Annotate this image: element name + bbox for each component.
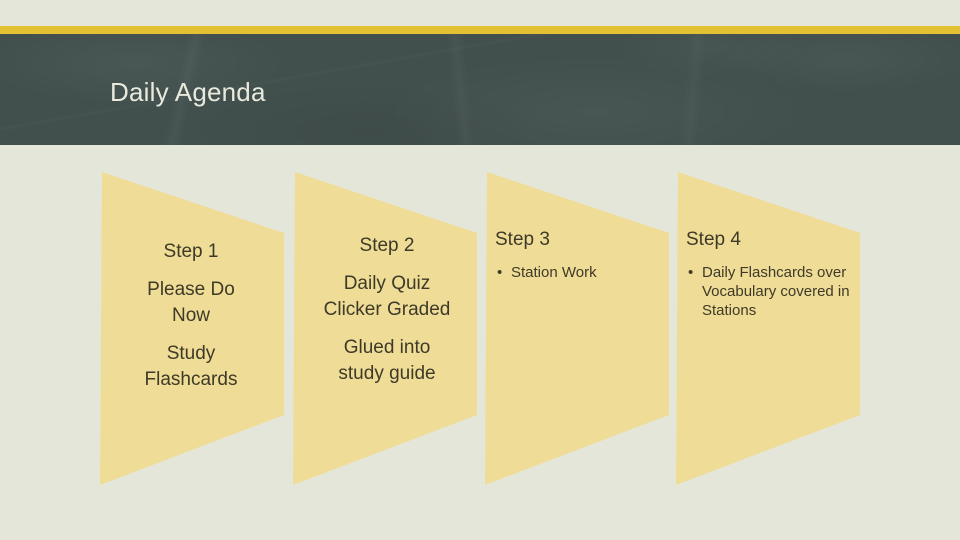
agenda-step-2-line-3: Glued into: [343, 337, 431, 358]
agenda-step-1-line-3: Study: [166, 343, 216, 364]
agenda-step-4[interactable]: Step 4 • Daily Flashcards over Vocabular…: [672, 145, 868, 540]
chevron-shape-icon: [672, 145, 868, 540]
agenda-step-1-text: Step 1 Please Do Now Study Flashcards: [104, 239, 278, 393]
chevron-shape-icon: [481, 145, 677, 540]
bullet-icon: •: [688, 264, 694, 281]
top-margin-strip: [0, 0, 960, 26]
agenda-step-3-text: Step 3 • Station Work: [495, 227, 665, 282]
page-title: Daily Agenda: [110, 77, 266, 107]
agenda-chevron-row: Step 1 Please Do Now Study Flashcards St…: [0, 145, 960, 540]
agenda-step-2-text: Step 2 Daily Quiz Clicker Graded Glued i…: [297, 233, 477, 387]
bullet-icon: •: [497, 264, 503, 281]
agenda-step-3[interactable]: Step 3 • Station Work: [481, 145, 677, 540]
yellow-accent-bar: [0, 26, 960, 34]
agenda-step-1[interactable]: Step 1 Please Do Now Study Flashcards: [96, 145, 292, 540]
agenda-step-2-line-1: Daily Quiz: [343, 273, 431, 294]
agenda-step-1-line-2: Now: [171, 305, 210, 326]
slide-canvas: Daily Agenda Step 1 Please Do Now Study …: [0, 0, 960, 540]
agenda-step-1-line-4: Flashcards: [144, 369, 238, 390]
agenda-step-3-heading: Step 3: [495, 229, 550, 250]
list-item: • Daily Flashcards over Vocabulary cover…: [686, 263, 864, 320]
agenda-step-4-bullets: • Daily Flashcards over Vocabulary cover…: [686, 263, 864, 320]
agenda-step-2-heading: Step 2: [359, 235, 415, 256]
agenda-step-4-heading: Step 4: [686, 229, 741, 250]
agenda-step-2-line-4: study guide: [338, 363, 436, 384]
agenda-step-1-heading: Step 1: [163, 241, 219, 262]
agenda-step-4-bullet-1: Daily Flashcards over Vocabulary covered…: [702, 264, 850, 319]
agenda-step-3-bullet-1: Station Work: [511, 264, 597, 281]
list-item: • Station Work: [495, 263, 665, 282]
agenda-step-1-line-1: Please Do: [147, 279, 235, 300]
agenda-step-4-text: Step 4 • Daily Flashcards over Vocabular…: [686, 227, 864, 320]
agenda-step-2-line-2: Clicker Graded: [323, 299, 451, 320]
agenda-step-2[interactable]: Step 2 Daily Quiz Clicker Graded Glued i…: [289, 145, 485, 540]
agenda-step-3-bullets: • Station Work: [495, 263, 665, 282]
